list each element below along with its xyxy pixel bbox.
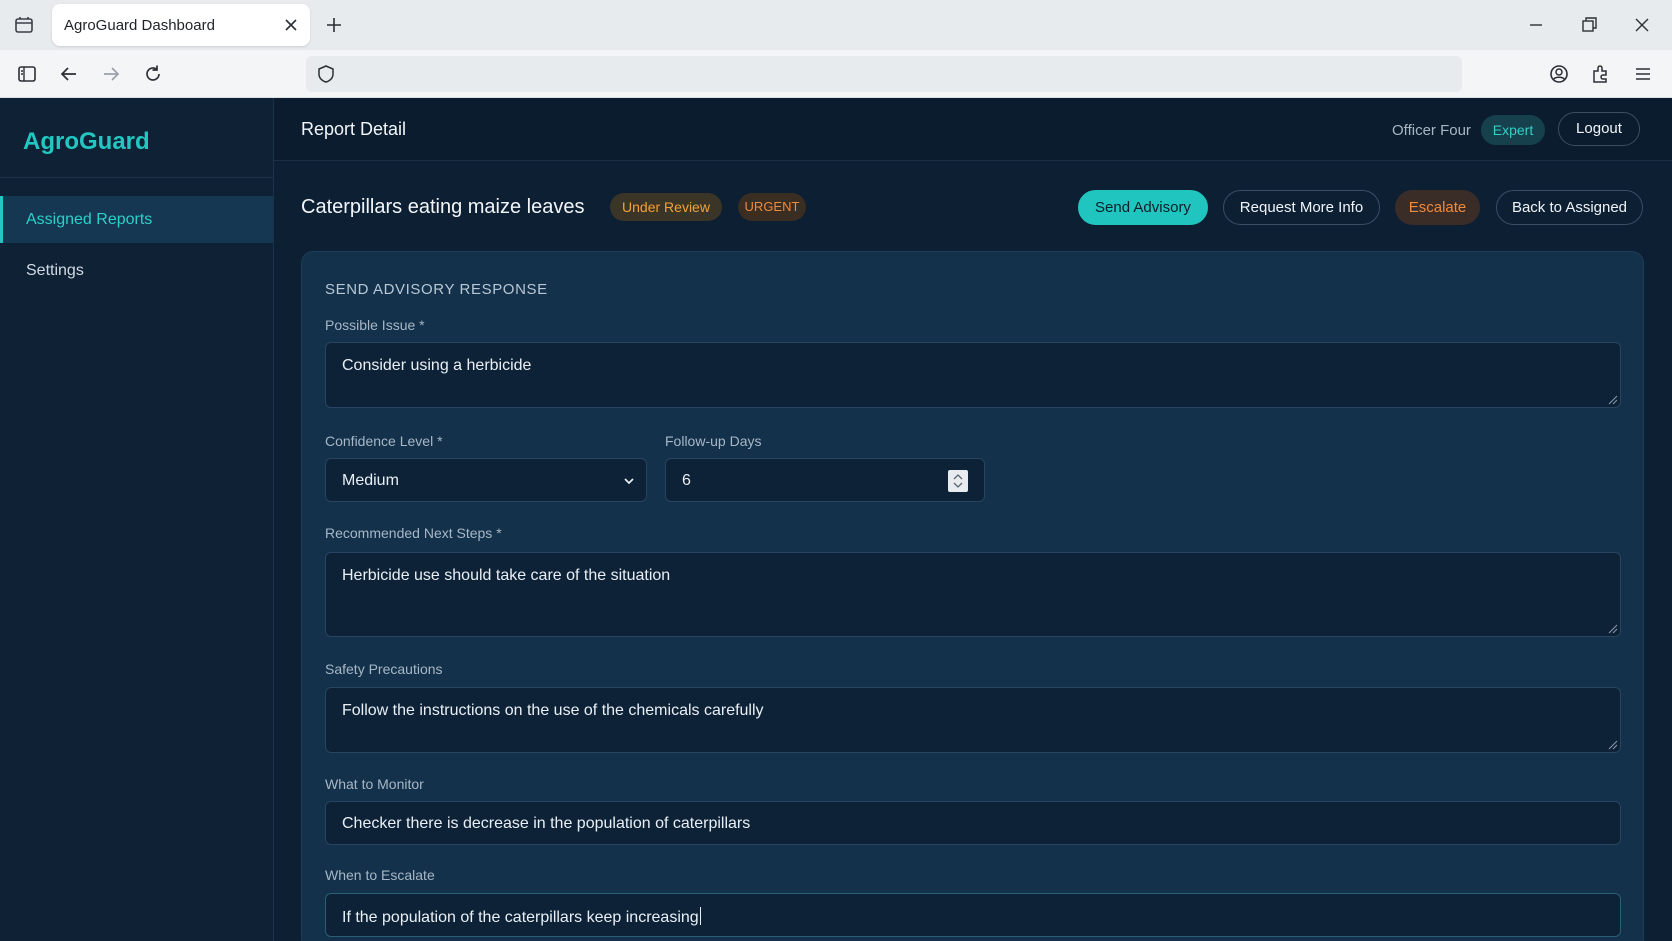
stepper-arrows-icon[interactable] <box>948 470 968 492</box>
tab-manager-icon[interactable] <box>14 15 34 35</box>
chevron-down-icon <box>624 478 634 485</box>
resize-handle-icon[interactable] <box>1606 622 1618 634</box>
confidence-level-select[interactable]: Medium <box>325 458 647 502</box>
resize-handle-icon[interactable] <box>1606 393 1618 405</box>
new-tab-icon[interactable] <box>324 15 344 35</box>
what-to-monitor-input[interactable]: Checker there is decrease in the populat… <box>325 801 1621 845</box>
priority-badge: URGENT <box>738 193 806 221</box>
possible-issue-label: Possible Issue * <box>325 317 425 333</box>
followup-days-input[interactable]: 6 <box>665 458 985 502</box>
followup-days-value: 6 <box>682 472 691 489</box>
what-to-monitor-value: Checker there is decrease in the populat… <box>342 815 751 832</box>
safety-precautions-value: Follow the instructions on the use of th… <box>342 702 764 719</box>
text-caret <box>699 907 701 925</box>
possible-issue-textarea[interactable]: Consider using a herbicide <box>325 342 1621 408</box>
status-badge: Under Review <box>610 193 722 221</box>
advisory-form-card: SEND ADVISORY RESPONSE Possible Issue * … <box>301 251 1644 941</box>
sidebar-divider <box>0 177 274 178</box>
close-window-icon[interactable] <box>1632 15 1652 35</box>
logout-button[interactable]: Logout <box>1558 112 1640 146</box>
reload-icon[interactable] <box>142 63 164 85</box>
resize-handle-icon[interactable] <box>1606 738 1618 750</box>
request-more-info-button[interactable]: Request More Info <box>1223 190 1380 225</box>
possible-issue-value: Consider using a herbicide <box>342 357 532 374</box>
browser-tab-bar: AgroGuard Dashboard <box>0 0 1672 50</box>
section-title: SEND ADVISORY RESPONSE <box>325 281 548 298</box>
next-steps-textarea[interactable]: Herbicide use should take care of the si… <box>325 552 1621 637</box>
shield-icon[interactable] <box>316 64 336 84</box>
report-title: Caterpillars eating maize leaves <box>301 196 585 218</box>
sidebar-item-settings[interactable]: Settings <box>0 247 273 294</box>
sidebar-toggle-icon[interactable] <box>16 63 38 85</box>
brand-logo[interactable]: AgroGuard <box>23 128 150 156</box>
when-to-escalate-value: If the population of the caterpillars ke… <box>342 909 699 926</box>
close-tab-icon[interactable] <box>282 16 300 34</box>
next-steps-value: Herbicide use should take care of the si… <box>342 567 671 584</box>
user-name: Officer Four <box>1392 122 1471 139</box>
menu-icon[interactable] <box>1632 63 1654 85</box>
next-steps-label: Recommended Next Steps * <box>325 525 502 541</box>
app-header: Report Detail Officer Four Expert Logout <box>274 98 1672 161</box>
back-to-assigned-button[interactable]: Back to Assigned <box>1496 190 1643 225</box>
account-icon[interactable] <box>1548 63 1570 85</box>
when-to-escalate-input[interactable]: If the population of the caterpillars ke… <box>325 893 1621 937</box>
forward-arrow-icon[interactable] <box>100 63 122 85</box>
when-to-escalate-label: When to Escalate <box>325 867 435 883</box>
address-bar[interactable] <box>306 56 1462 92</box>
escalate-button[interactable]: Escalate <box>1395 190 1480 225</box>
tab-title: AgroGuard Dashboard <box>64 17 215 34</box>
browser-nav-bar <box>0 50 1672 98</box>
number-stepper[interactable] <box>948 470 968 492</box>
page-title: Report Detail <box>301 119 407 139</box>
confidence-level-label: Confidence Level * <box>325 433 443 449</box>
what-to-monitor-label: What to Monitor <box>325 776 424 792</box>
role-badge: Expert <box>1481 115 1545 145</box>
restore-icon[interactable] <box>1579 15 1599 35</box>
send-advisory-button[interactable]: Send Advisory <box>1078 190 1208 225</box>
report-header: Caterpillars eating maize leaves Under R… <box>274 161 1672 251</box>
followup-days-label: Follow-up Days <box>665 433 762 449</box>
safety-precautions-label: Safety Precautions <box>325 661 443 677</box>
extensions-icon[interactable] <box>1590 63 1612 85</box>
safety-precautions-textarea[interactable]: Follow the instructions on the use of th… <box>325 687 1621 753</box>
sidebar-item-assigned-reports[interactable]: Assigned Reports <box>0 196 273 243</box>
browser-tab[interactable]: AgroGuard Dashboard <box>52 4 310 46</box>
app-sidebar: AgroGuard Assigned Reports Settings <box>0 98 274 941</box>
back-arrow-icon[interactable] <box>58 63 80 85</box>
confidence-level-value: Medium <box>342 472 399 489</box>
minimize-icon[interactable] <box>1526 15 1546 35</box>
